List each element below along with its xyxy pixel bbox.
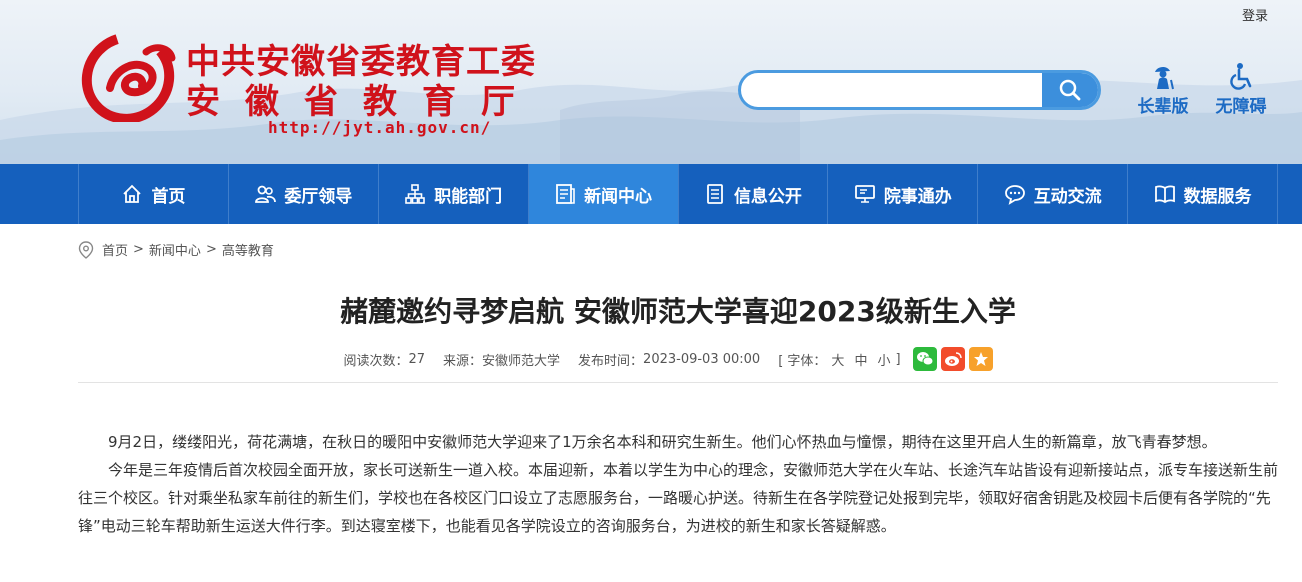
search-box <box>738 70 1101 110</box>
nav-item-label: 数据服务 <box>1183 186 1252 207</box>
font-size-bracket: ] <box>895 351 901 367</box>
article-title: 赭麓邀约寻梦启航 安徽师范大学喜迎2023级新生入学 <box>340 295 1016 328</box>
location-pin-icon <box>78 240 94 259</box>
elder-mode-button[interactable]: 长辈版 <box>1131 62 1195 117</box>
article-paragraph: 今年是三年疫情后首次校园全面开放，家长可送新生一道入校。本届迎新，本着以学生为中… <box>78 461 1279 535</box>
site-logo-icon[interactable] <box>80 30 180 122</box>
chat-icon <box>1004 185 1025 205</box>
site-url: http://jyt.ah.gov.cn/ <box>268 118 492 137</box>
search-input[interactable] <box>755 73 1045 107</box>
wechat-icon <box>916 352 934 366</box>
wheelchair-icon <box>1230 63 1252 90</box>
monitor-icon <box>854 185 875 203</box>
nav-item-leaders[interactable]: 委厅领导 <box>229 164 379 224</box>
nav-item-label: 职能部门 <box>434 186 503 207</box>
published-label: 发布时间： <box>578 353 644 369</box>
nav-item-label: 新闻中心 <box>584 186 653 207</box>
favorite-button[interactable] <box>968 347 993 371</box>
divider <box>78 382 1278 383</box>
nav-item-departments[interactable]: 职能部门 <box>379 164 529 224</box>
breadcrumb-home[interactable]: 首页 <box>102 240 128 259</box>
nav-item-label: 互动交流 <box>1033 186 1102 207</box>
breadcrumb: 首页 > 新闻中心 > 高等教育 <box>78 240 274 259</box>
nav-item-label: 首页 <box>151 186 186 207</box>
search-icon <box>1059 79 1081 101</box>
nav-item-interaction[interactable]: 互动交流 <box>978 164 1129 224</box>
home-icon <box>123 184 142 203</box>
people-icon <box>255 185 277 203</box>
document-icon <box>707 184 723 204</box>
article-meta: 阅读次数： 27 来源： 安徽师范大学 发布时间： 2023-09-03 00:… <box>0 347 1302 371</box>
nav-item-services[interactable]: 院事通办 <box>828 164 979 224</box>
share-wechat-button[interactable] <box>912 347 937 371</box>
article-paragraph: 9月2日，缕缕阳光，荷花满塘，在秋日的暖阳中安徽师范大学迎来了1万余名本科和研究… <box>108 433 1217 451</box>
elder-mode-label: 长辈版 <box>1137 97 1189 117</box>
star-icon <box>973 352 988 366</box>
nav-item-home[interactable]: 首页 <box>78 164 229 224</box>
login-link[interactable]: 登录 <box>1242 5 1268 24</box>
main-navigation: 首页 委厅领导 职能部门 新闻中心 信息公开 院事通办 互动交流 数据服务 <box>0 164 1302 224</box>
published-value: 2023-09-03 00:00 <box>643 351 761 367</box>
accessibility-button[interactable]: 无障碍 <box>1209 62 1273 117</box>
breadcrumb-higher-education[interactable]: 高等教育 <box>222 240 274 259</box>
book-icon <box>1154 185 1175 204</box>
nav-item-data[interactable]: 数据服务 <box>1128 164 1278 224</box>
nav-item-label: 委厅领导 <box>284 186 353 207</box>
elder-icon <box>1155 66 1174 90</box>
breadcrumb-separator: > <box>205 242 217 257</box>
source-label: 来源： <box>443 353 483 369</box>
site-header: 登录 中共安徽省委教育工委 安徽省教育厅 http://jyt.ah.gov.c… <box>0 0 1302 164</box>
reads-label: 阅读次数： <box>343 353 409 369</box>
nav-item-info[interactable]: 信息公开 <box>679 164 829 224</box>
font-size-medium[interactable]: 中 <box>854 350 867 369</box>
nav-item-news[interactable]: 新闻中心 <box>528 164 679 224</box>
article-body: 9月2日，缕缕阳光，荷花满塘，在秋日的暖阳中安徽师范大学迎来了1万余名本科和研究… <box>78 428 1280 540</box>
breadcrumb-news[interactable]: 新闻中心 <box>149 240 201 259</box>
logo-title-line2: 安徽省教育厅 <box>186 82 540 122</box>
news-icon <box>556 184 575 204</box>
nav-item-label: 信息公开 <box>733 186 802 207</box>
font-size-small[interactable]: 小 <box>877 350 890 369</box>
nav-item-label: 院事通办 <box>883 186 952 207</box>
search-button[interactable] <box>1042 73 1098 107</box>
breadcrumb-separator: > <box>133 242 144 257</box>
accessibility-label: 无障碍 <box>1215 97 1267 117</box>
reads-value: 27 <box>408 351 425 367</box>
font-size-label: [ 字体： <box>778 353 827 369</box>
source-value: 安徽师范大学 <box>482 353 561 369</box>
share-weibo-button[interactable] <box>940 347 965 371</box>
org-chart-icon <box>405 184 425 204</box>
weibo-icon <box>944 352 962 366</box>
font-size-large[interactable]: 大 <box>831 350 844 369</box>
